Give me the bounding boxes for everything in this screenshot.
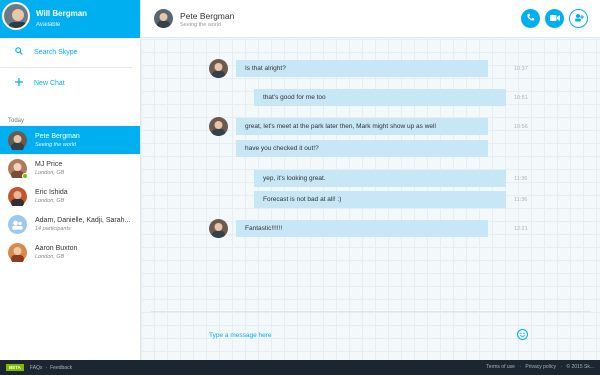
message-bubble[interactable]: Forecast is not bad at all! :) — [254, 191, 506, 208]
message-timestamp: 10:51 — [514, 95, 528, 101]
contact-item[interactable]: Aaron Buxton London, GB — [0, 238, 140, 266]
message-timestamp: 11:36 — [514, 197, 528, 203]
message-timestamp: 11:36 — [514, 176, 528, 182]
footer-separator: · — [560, 364, 563, 370]
message-input[interactable]: Type a message here — [209, 332, 272, 339]
user-status[interactable]: Available — [36, 22, 60, 28]
video-icon — [549, 14, 560, 24]
contact-name: Pete Bergman — [35, 132, 80, 140]
search-label: Search Skype — [34, 49, 78, 56]
contact-avatar — [8, 158, 28, 179]
presence-indicator — [22, 172, 28, 179]
footer-bar: BETA FAQs · Feedback Terms of use · Priv… — [0, 360, 600, 375]
contact-avatar — [8, 242, 27, 263]
contact-name: Aaron Buxton — [35, 244, 78, 252]
plus-icon — [12, 77, 26, 89]
user-name: Will Bergman — [36, 9, 88, 18]
message-timestamp: 10:37 — [514, 66, 528, 72]
add-contact-icon — [574, 13, 584, 24]
message-timestamp: 10:56 — [514, 124, 528, 130]
contact-location: London, GB — [35, 197, 65, 204]
contact-avatar — [8, 186, 27, 207]
contact-mood: Seeing the world — [35, 141, 76, 148]
emoji-button[interactable] — [517, 329, 528, 340]
copyright-text: © 2015 Sk... — [566, 364, 594, 370]
message-bubble[interactable]: yep, it's looking great. — [254, 170, 506, 187]
phone-icon — [526, 13, 535, 24]
chat-contact-name[interactable]: Pete Bergman — [180, 11, 234, 21]
chat-pane: Pete Bergman Seeing the world Is that al… — [141, 0, 600, 360]
footer-separator: · — [45, 364, 48, 371]
message-bubble[interactable]: great, let's meet at the park later then… — [236, 118, 488, 135]
message-avatar[interactable] — [209, 117, 228, 136]
message-avatar[interactable] — [209, 59, 228, 78]
message-bubble[interactable]: Is that alright? — [236, 60, 488, 77]
profile-header[interactable]: Will Bergman Available — [0, 0, 140, 38]
new-chat-button[interactable]: New Chat — [0, 68, 132, 98]
emoji-icon — [518, 332, 527, 341]
video-call-button[interactable] — [545, 9, 564, 28]
contact-avatar — [8, 130, 27, 151]
beta-badge: BETA — [6, 364, 24, 371]
contact-item[interactable]: Eric Ishida London, GB — [0, 182, 140, 210]
chat-contact-status: Seeing the world — [180, 22, 221, 28]
add-participant-button[interactable] — [569, 9, 588, 28]
group-avatar — [8, 214, 27, 234]
footer-right-links: Terms of use · Privacy policy · © 2015 S… — [486, 364, 594, 370]
contact-item[interactable]: MJ Price London, GB — [0, 154, 140, 182]
sidebar: Will Bergman Available Search Skype New … — [0, 0, 141, 360]
faqs-link[interactable]: FAQs — [30, 365, 43, 371]
contact-name: Eric Ishida — [35, 188, 68, 196]
contact-name: MJ Price — [35, 160, 63, 168]
search-skype-button[interactable]: Search Skype — [0, 38, 132, 68]
new-chat-label: New Chat — [34, 79, 65, 87]
user-avatar[interactable] — [2, 2, 30, 30]
search-icon — [12, 47, 26, 58]
contact-item[interactable]: Pete Bergman Seeing the world — [0, 126, 140, 154]
message-avatar[interactable] — [209, 219, 228, 238]
contact-item[interactable]: Adam, Danielle, Kadji, Sarah... 14 parti… — [0, 210, 140, 238]
section-today-label: Today — [8, 118, 25, 124]
chat-header: Pete Bergman Seeing the world — [141, 0, 600, 38]
privacy-link[interactable]: Privacy policy — [525, 364, 556, 370]
contact-location: London, GB — [35, 253, 65, 260]
message-bubble[interactable]: have you checked it out!? — [236, 140, 488, 157]
message-composer[interactable]: Type a message here — [151, 311, 591, 356]
chat-contact-avatar[interactable] — [154, 9, 173, 28]
footer-separator: · — [519, 364, 521, 370]
audio-call-button[interactable] — [521, 9, 540, 28]
message-timestamp: 12:21 — [514, 226, 528, 232]
participants-count: 14 participants — [35, 225, 71, 232]
contact-name: Adam, Danielle, Kadji, Sarah... — [35, 216, 131, 224]
message-bubble[interactable]: Fantastic!!!!!! — [236, 220, 488, 237]
terms-link[interactable]: Terms of use — [486, 364, 515, 370]
message-bubble[interactable]: that's good for me too — [254, 89, 506, 106]
contact-location: London, GB — [35, 169, 65, 176]
feedback-link[interactable]: Feedback — [50, 365, 72, 371]
